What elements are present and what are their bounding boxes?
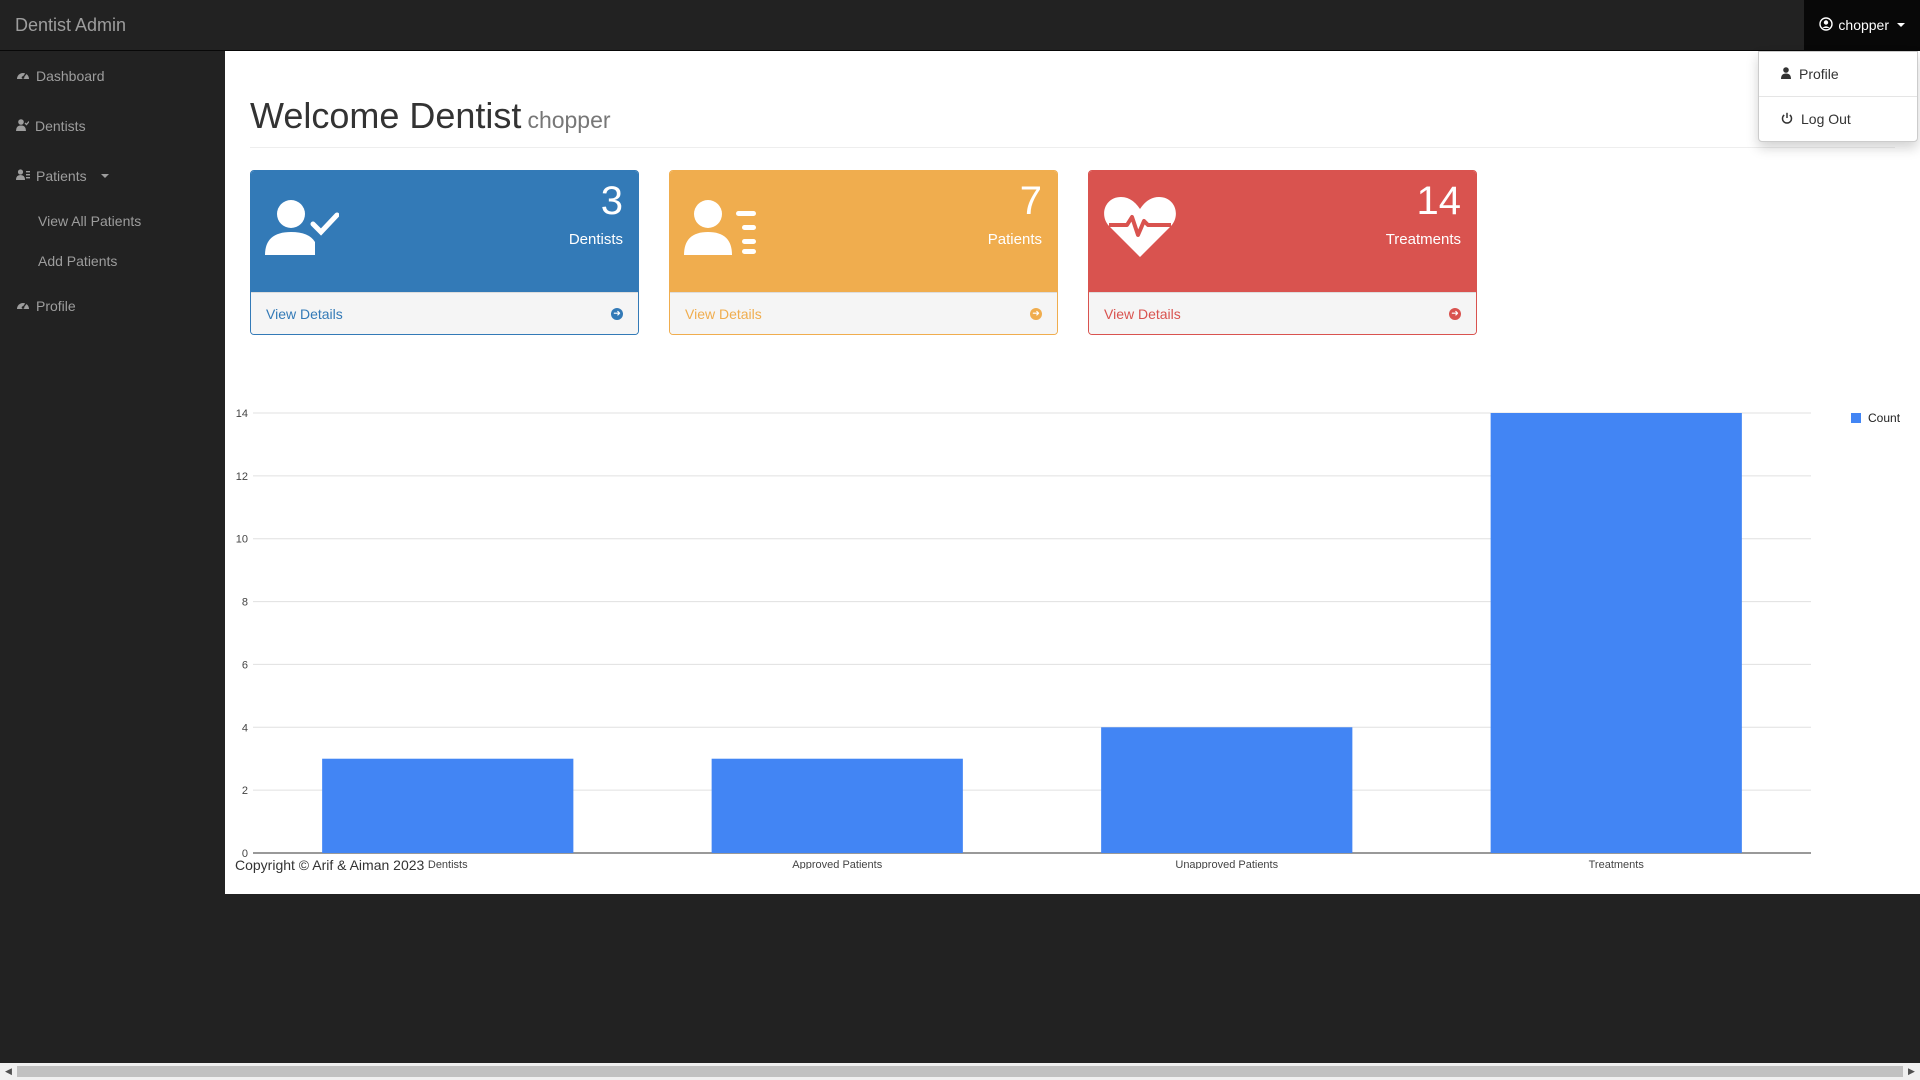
user-circle-icon [1819,16,1834,34]
address-card-icon [684,199,758,260]
user-icon [16,118,30,134]
x-tick-label: Approved Patients [792,859,882,869]
y-tick-label: 2 [242,785,248,797]
footer-copyright: Copyright © Arif & Aiman 2023 [235,857,425,873]
scroll-right-icon[interactable]: ▶ [1903,1063,1920,1080]
y-tick-label: 6 [242,659,248,671]
bar [711,758,963,853]
sidebar-item-profile[interactable]: Profile [0,281,225,331]
brand-title[interactable]: Dentist Admin [15,0,126,50]
treatments-label: Treatments [1385,231,1461,248]
horizontal-scrollbar[interactable]: ◀ ▶ [0,1063,1920,1080]
caret-down-icon [100,174,109,178]
caret-down-icon [1897,23,1905,27]
y-tick-label: 4 [242,722,248,734]
sidebar-item-label: Patients [36,168,87,184]
dropdown-divider [1759,96,1917,97]
sidebar-item-dentists[interactable]: Dentists [0,101,225,151]
main-content: Welcome Dentist chopper 3 Dentists View D… [225,51,1920,894]
panel-heading: 14 Treatments [1089,171,1476,292]
view-details-label: View Details [685,305,762,322]
scroll-left-icon[interactable]: ◀ [0,1063,17,1080]
dentists-label: Dentists [568,231,623,248]
arrow-circle-right-icon: ➜ [1449,307,1461,320]
patients-count: 7 [1019,179,1042,223]
panel-heading: 7 Patients [670,171,1057,292]
user-icon [1781,66,1791,82]
sidebar-item-dashboard[interactable]: Dashboard [0,51,225,101]
sidebar-subitem-add-patients[interactable]: Add Patients [0,241,225,281]
dentists-panel: 3 Dentists View Details ➜ [250,170,639,335]
dentists-view-details[interactable]: View Details ➜ [251,292,638,334]
bar [322,758,574,853]
user-dropdown-menu: Profile Log Out [1758,51,1918,142]
dentists-count: 3 [600,179,623,223]
treatments-view-details[interactable]: View Details ➜ [1089,292,1476,334]
dropdown-logout-label: Log Out [1801,111,1851,127]
dropdown-profile-label: Profile [1799,66,1839,82]
sidebar: Dashboard Dentists Patients View All Pat… [0,51,225,1041]
user-name: chopper [1838,17,1889,33]
treatments-count: 14 [1416,179,1462,223]
sidebar-subitem-view-all-patients[interactable]: View All Patients [0,201,225,241]
bar [1490,413,1742,853]
y-tick-label: 10 [236,534,248,546]
user-check-icon [265,199,340,260]
arrow-circle-right-icon: ➜ [1030,307,1042,320]
sidebar-item-label: Dentists [35,118,86,134]
patients-panel: 7 Patients View Details ➜ [669,170,1058,335]
patients-view-details[interactable]: View Details ➜ [670,292,1057,334]
view-details-label: View Details [266,305,343,322]
sidebar-item-label: Dashboard [36,68,105,84]
page-subtitle: chopper [527,107,611,133]
bar [1101,727,1353,853]
x-tick-label: Dentists [428,859,468,869]
page-title-text: Welcome Dentist [250,95,522,136]
users-icon [16,168,30,184]
x-tick-label: Treatments [1589,859,1645,869]
dashboard-icon [16,298,30,314]
page-title: Welcome Dentist chopper [250,95,1895,137]
page-header: Welcome Dentist chopper [250,95,1895,148]
dropdown-logout[interactable]: Log Out [1759,103,1917,135]
y-tick-label: 14 [236,408,248,420]
legend-label: Count [1868,411,1901,425]
heartbeat-icon [1103,193,1177,264]
legend-swatch [1851,413,1861,423]
scrollbar-thumb[interactable] [17,1066,1903,1077]
count-bar-chart: 02468101214Dentists Approved Patients Unap… [236,408,1901,869]
sidebar-item-patients[interactable]: Patients [0,151,225,201]
arrow-circle-right-icon: ➜ [611,307,623,320]
x-tick-label: Unapproved Patients [1175,859,1278,869]
power-off-icon [1781,111,1793,127]
patients-label: Patients [987,231,1042,248]
sidebar-item-label: Profile [36,298,76,314]
y-tick-label: 12 [236,471,248,483]
treatments-panel: 14 Treatments View Details ➜ [1088,170,1477,335]
y-tick-label: 8 [242,597,248,609]
dropdown-profile[interactable]: Profile [1759,58,1917,90]
view-details-label: View Details [1104,305,1181,322]
panel-heading: 3 Dentists [251,171,638,292]
dashboard-icon [16,68,30,84]
top-navbar: Dentist Admin chopper [0,0,1920,51]
user-menu-toggle[interactable]: chopper [1804,0,1920,50]
